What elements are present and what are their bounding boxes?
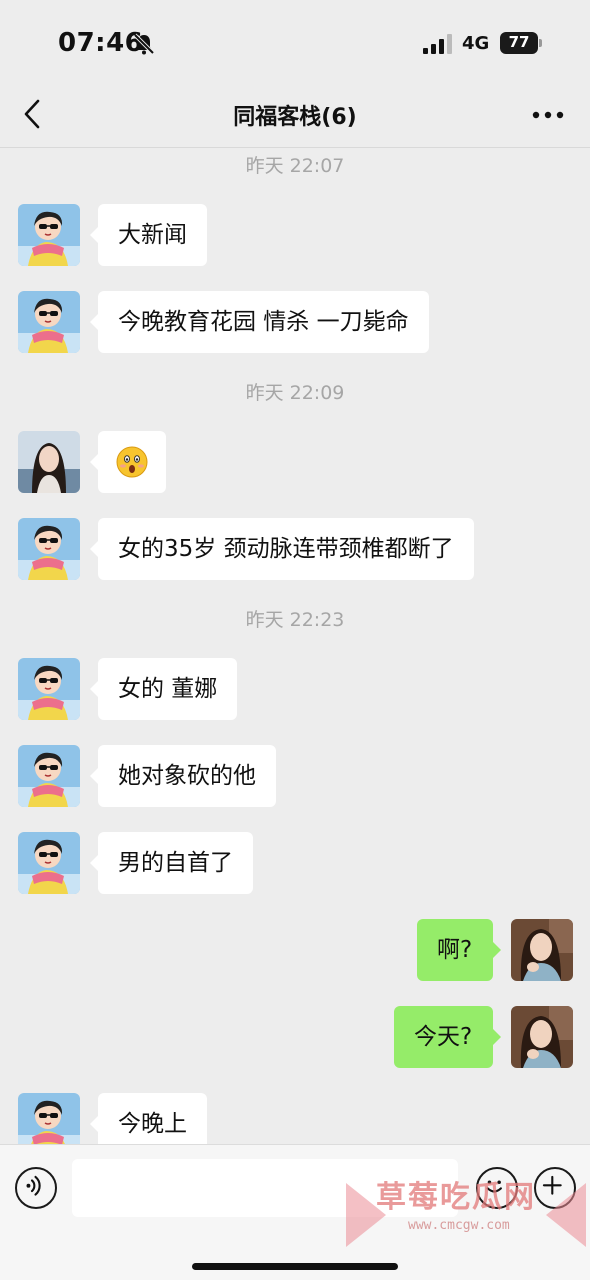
my-avatar[interactable]: [511, 919, 573, 981]
signal-icon: [423, 34, 452, 54]
sender-avatar[interactable]: [18, 745, 80, 807]
nav-bar: 同福客栈(6): [0, 80, 590, 148]
message-bubble[interactable]: 女的35岁 颈动脉连带颈椎都断了: [90, 518, 474, 580]
voice-button[interactable]: [15, 1167, 57, 1209]
battery-level: 77: [508, 33, 530, 51]
watermark-text: 草莓吃瓜网: [376, 1180, 536, 1215]
network-type: 4G: [462, 33, 490, 54]
timestamp: 昨天 22:23: [245, 609, 345, 631]
watermark: 草莓吃瓜网 www.cmcgw.com: [346, 1160, 586, 1260]
my-avatar[interactable]: [511, 1006, 573, 1068]
sender-avatar[interactable]: [18, 832, 80, 894]
message-bubble[interactable]: 今晚上: [90, 1093, 207, 1144]
watermark-url: www.cmcgw.com: [408, 1218, 510, 1233]
chat-message-list[interactable]: 昨天 22:07 大新闻今晚教育花园 情杀 一刀毙命昨天 22:09 女的35岁 颈…: [0, 149, 590, 1144]
sender-avatar[interactable]: [18, 518, 80, 580]
home-indicator: [192, 1263, 398, 1270]
clock: 07:46: [58, 28, 144, 58]
message-bubble[interactable]: [90, 431, 166, 493]
sender-avatar[interactable]: [18, 658, 80, 720]
voice-icon: [26, 1175, 41, 1196]
message-bubble[interactable]: 啊?: [417, 919, 501, 981]
timestamp: 昨天 22:09: [245, 382, 345, 404]
message-bubble[interactable]: 今天?: [394, 1006, 501, 1068]
message-bubble[interactable]: 男的自首了: [90, 832, 253, 894]
status-bar: 07:46 4G 77: [0, 0, 590, 90]
bell-slash-icon: [133, 33, 155, 55]
more-icon[interactable]: [532, 110, 564, 120]
sender-avatar[interactable]: [18, 291, 80, 353]
message-bubble[interactable]: 女的 董娜: [89, 658, 238, 720]
chat-title: 同福客栈(6): [233, 105, 357, 130]
sender-avatar[interactable]: [18, 431, 80, 493]
timestamp: 昨天 22:07: [245, 155, 345, 177]
astonished-face-icon: [116, 446, 148, 478]
sender-avatar[interactable]: [18, 204, 80, 266]
message-bubble[interactable]: 大新闻: [90, 204, 207, 266]
battery-icon: 77: [500, 32, 544, 54]
message-bubble[interactable]: 她对象砍的他: [90, 745, 276, 807]
sender-avatar[interactable]: [18, 1093, 80, 1144]
message-bubble[interactable]: 今晚教育花园 情杀 一刀毙命: [90, 291, 429, 353]
